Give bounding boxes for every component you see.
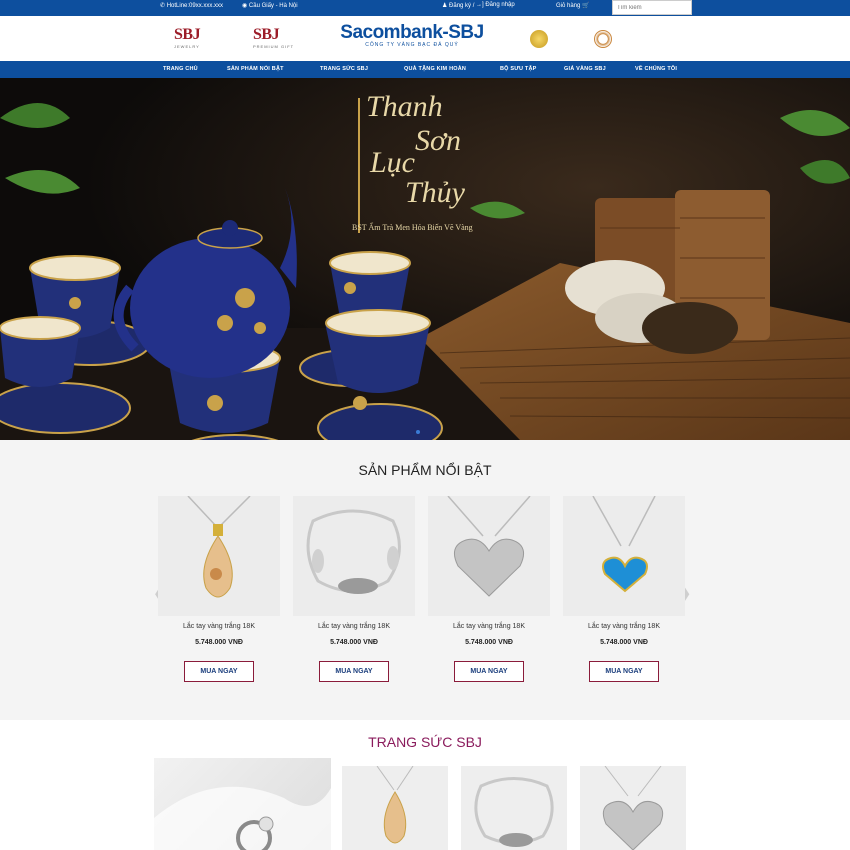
- nav-about[interactable]: VỀ CHÚNG TÔI: [635, 66, 677, 72]
- hero-title-line1: Thanh: [366, 90, 443, 123]
- product-price: 5.748.000 VNĐ: [195, 639, 243, 646]
- pendant-icon: [187, 496, 251, 598]
- heart-pendant-thumb[interactable]: [580, 766, 686, 850]
- slider-dot[interactable]: [416, 430, 420, 434]
- buy-now-button[interactable]: MUA NGAY: [184, 661, 254, 682]
- pendant-icon: [376, 766, 414, 844]
- product-name[interactable]: Lắc tay vàng trắng 18K: [158, 623, 280, 630]
- top-bar: ✆ HotLine:09xx.xxx.xxx ◉ Cầu Giấy - Hà N…: [0, 0, 850, 16]
- bracelet-icon: [306, 509, 401, 594]
- heart-pendant-image[interactable]: [428, 496, 550, 616]
- sbj-jewelry-logo[interactable]: SBJ JEWELRY: [174, 26, 201, 49]
- product-price: 5.748.000 VNĐ: [330, 639, 378, 646]
- blue-heart-pendant-image[interactable]: [563, 496, 685, 616]
- jewelry-section: TRANG SỨC SBJ: [0, 720, 850, 850]
- product-card[interactable]: Lắc tay vàng trắng 18K 5.748.000 VNĐ MUA…: [158, 496, 280, 682]
- nav-jewelry[interactable]: TRANG SỨC SBJ: [320, 66, 368, 72]
- logo-mid-text: SBJ: [253, 26, 280, 43]
- address-text: Cầu Giấy - Hà Nội: [248, 3, 298, 9]
- main-nav: TRANG CHỦ SẢN PHẨM NỔI BẬT TRANG SỨC SBJ…: [0, 61, 850, 78]
- login-link[interactable]: →] Đăng nhập: [476, 2, 515, 8]
- sbj-premium-gift-logo[interactable]: SBJ PREMIUM GIFT: [253, 26, 294, 49]
- logo-mid-sub: PREMIUM GIFT: [253, 44, 295, 49]
- register-text: Đăng ký: [449, 3, 472, 9]
- hero-subtitle: BST Ấm Trà Men Hỏa Biến Vẽ Vàng: [352, 223, 473, 232]
- featured-title: SẢN PHẨM NỔI BẬT: [358, 462, 492, 478]
- nav-gold-price[interactable]: GIÁ VÀNG SBJ: [564, 66, 606, 72]
- nav-gifts[interactable]: QUÀ TẶNG KIM HOÀN: [404, 66, 466, 72]
- cart-text: Giỏ hàng: [556, 3, 581, 9]
- ring-feature-image[interactable]: [154, 758, 331, 850]
- nav-featured[interactable]: SẢN PHẨM NỔI BẬT: [227, 66, 284, 72]
- nav-collection[interactable]: BỘ SƯU TẬP: [500, 66, 537, 72]
- register-link[interactable]: ♟ Đăng ký /: [442, 2, 474, 9]
- featured-section: SẢN PHẨM NỔI BẬT ❮ ❯ Lắc tay vàng trắng …: [0, 440, 850, 720]
- nav-home[interactable]: TRANG CHỦ: [163, 66, 198, 72]
- silver-bracelet-image[interactable]: [293, 496, 415, 616]
- search-input[interactable]: [612, 0, 692, 15]
- address: ◉ Cầu Giấy - Hà Nội: [242, 3, 298, 9]
- product-card[interactable]: Lắc tay vàng trắng 18K 5.748.000 VNĐ MUA…: [563, 496, 685, 682]
- separator: /: [472, 3, 475, 9]
- buy-now-button[interactable]: MUA NGAY: [319, 661, 389, 682]
- ring-icon: [154, 786, 331, 850]
- hotline-text: HotLine:09xx.xxx.xxx: [166, 3, 224, 9]
- gold-award-icon: [530, 30, 548, 48]
- bracelet-icon: [474, 777, 554, 847]
- buy-now-button[interactable]: MUA NGAY: [454, 661, 524, 682]
- product-name[interactable]: Lắc tay vàng trắng 18K: [428, 623, 550, 630]
- jewelry-title: TRANG SỨC SBJ: [368, 734, 482, 750]
- product-price: 5.748.000 VNĐ: [600, 639, 648, 646]
- logo-left-text: SBJ: [174, 26, 201, 43]
- product-card[interactable]: Lắc tay vàng trắng 18K 5.748.000 VNĐ MUA…: [293, 496, 415, 682]
- brand-logo[interactable]: Sacombank-SBJ CÔNG TY VÀNG BẠC ĐÁ QUÝ: [332, 22, 492, 48]
- amber-drop-pendant-image[interactable]: [158, 496, 280, 616]
- hero-title-line3: Lục: [370, 146, 415, 179]
- amber-pendant-thumb[interactable]: [342, 766, 448, 850]
- heart-pendant-icon: [447, 496, 531, 597]
- cart-icon: 🛒: [582, 3, 590, 9]
- heart-pendant-icon: [602, 766, 664, 850]
- cart-link[interactable]: Giỏ hàng 🛒: [556, 2, 590, 9]
- login-text: Đăng nhập: [485, 2, 515, 8]
- hero-title-line2: Sơn: [415, 124, 462, 157]
- product-card[interactable]: Lắc tay vàng trắng 18K 5.748.000 VNĐ MUA…: [428, 496, 550, 682]
- blue-heart-pendant-icon: [592, 496, 656, 593]
- hotline[interactable]: ✆ HotLine:09xx.xxx.xxx: [160, 2, 223, 9]
- brand-title: Sacombank-SBJ: [340, 22, 484, 43]
- buy-now-button[interactable]: MUA NGAY: [589, 661, 659, 682]
- product-name[interactable]: Lắc tay vàng trắng 18K: [563, 623, 685, 630]
- bracelet-thumb[interactable]: [461, 766, 567, 850]
- hero-banner[interactable]: Thanh Sơn Lục Thủy BST Ấm Trà Men Hỏa Bi…: [0, 78, 850, 440]
- header: SBJ JEWELRY SBJ PREMIUM GIFT Sacombank-S…: [0, 16, 850, 62]
- product-name[interactable]: Lắc tay vàng trắng 18K: [293, 623, 415, 630]
- logo-left-sub: JEWELRY: [174, 44, 200, 49]
- certificate-badge-icon: [594, 30, 612, 48]
- hero-title-line4: Thủy: [405, 176, 465, 209]
- product-price: 5.748.000 VNĐ: [465, 639, 513, 646]
